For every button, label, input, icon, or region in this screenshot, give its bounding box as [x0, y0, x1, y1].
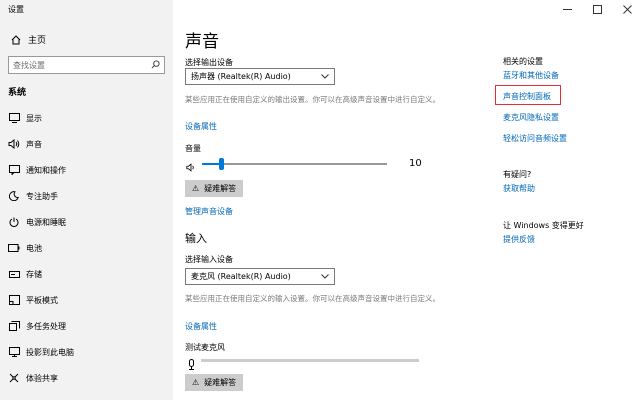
maximize-button[interactable]	[582, 0, 612, 18]
home-icon	[8, 34, 24, 45]
sidebar-item-shared-experiences[interactable]: 体验共享	[0, 365, 173, 391]
sidebar-item-storage[interactable]: 存储	[0, 261, 173, 287]
volume-value: 10	[409, 158, 422, 169]
output-device-description: 某些应用正在使用自定义的输出设置。你可以在高级声音设置中进行自定义。	[185, 95, 440, 104]
output-device-properties-link[interactable]: 设备属性	[185, 121, 217, 132]
microphone-icon	[188, 355, 195, 374]
sidebar-home[interactable]: 主页	[8, 33, 46, 46]
speaker-icon	[8, 138, 20, 150]
feedback-heading: 让 Windows 变得更好	[503, 221, 584, 230]
input-device-dropdown[interactable]: 麦克风 (Realtek(R) Audio)	[185, 268, 335, 285]
give-feedback-link[interactable]: 提供反馈	[503, 234, 535, 245]
input-heading: 输入	[185, 232, 207, 245]
page-title: 声音	[185, 32, 219, 52]
sidebar-item-sound[interactable]: 声音	[0, 131, 173, 157]
input-device-value: 麦克风 (Realtek(R) Audio)	[191, 272, 291, 281]
get-help-link[interactable]: 获取帮助	[503, 183, 535, 194]
bluetooth-devices-link[interactable]: 蓝牙和其他设备	[503, 70, 559, 81]
multitask-icon	[8, 320, 20, 332]
sound-control-panel-highlight	[495, 85, 561, 105]
input-troubleshoot-label: 疑难解答	[204, 378, 237, 387]
search-placeholder: 查找设置	[13, 60, 45, 70]
sidebar-item-project[interactable]: 投影到此电脑	[0, 339, 173, 365]
microphone-privacy-link[interactable]: 麦克风隐私设置	[503, 112, 559, 123]
help-heading: 有疑问?	[503, 170, 532, 179]
manage-sound-devices-link[interactable]: 管理声音设备	[185, 206, 233, 217]
warning-icon: ⚠	[192, 378, 200, 387]
window-controls	[552, 0, 642, 18]
volume-slider-track[interactable]	[202, 163, 387, 165]
sidebar-item-label: 存储	[26, 269, 42, 279]
search-icon	[151, 59, 160, 71]
power-icon	[8, 216, 20, 228]
share-icon	[8, 372, 20, 384]
sidebar-item-notifications[interactable]: 通知和操作	[0, 157, 173, 183]
sidebar-item-label: 投影到此电脑	[26, 347, 74, 357]
output-device-value: 扬声器 (Realtek(R) Audio)	[191, 72, 291, 81]
project-icon	[8, 346, 20, 358]
chevron-down-icon	[321, 72, 329, 81]
input-device-description: 某些应用正在使用自定义的输入设置。你可以在高级声音设置中进行自定义。	[185, 294, 440, 303]
sidebar-item-focus-assist[interactable]: 专注助手	[0, 183, 173, 209]
sidebar-item-label: 多任务处理	[26, 321, 66, 331]
sidebar-item-label: 声音	[26, 139, 42, 149]
sidebar-item-label: 电源和睡眠	[26, 217, 66, 227]
sidebar-item-display[interactable]: 显示	[0, 105, 173, 131]
sidebar-nav: 显示 声音 通知和操作 专注助手 电源和睡眠 电池 存储 平板模式 多任务处理 …	[0, 105, 173, 391]
input-troubleshoot-button[interactable]: ⚠ 疑难解答	[185, 374, 244, 391]
sidebar-item-multitasking[interactable]: 多任务处理	[0, 313, 173, 339]
sidebar-item-power-sleep[interactable]: 电源和睡眠	[0, 209, 173, 235]
volume-slider-thumb[interactable]	[218, 158, 224, 170]
microphone-level-meter	[201, 359, 419, 362]
sidebar-item-label: 平板模式	[26, 295, 58, 305]
sidebar-item-label: 体验共享	[26, 373, 58, 383]
sidebar-item-label: 通知和操作	[26, 165, 66, 175]
moon-icon	[8, 190, 20, 202]
output-device-label: 选择输出设备	[185, 58, 233, 67]
battery-icon	[8, 242, 20, 254]
minimize-button[interactable]	[552, 0, 582, 18]
notification-icon	[8, 164, 20, 176]
sidebar-item-tablet-mode[interactable]: 平板模式	[0, 287, 173, 313]
ease-of-access-audio-link[interactable]: 轻松访问音频设置	[503, 133, 567, 144]
sidebar-home-label: 主页	[28, 36, 47, 46]
output-troubleshoot-button[interactable]: ⚠ 疑难解答	[185, 180, 244, 197]
sidebar: 设置 主页 查找设置 系统 显示 声音 通知和操作 专注助手 电源和睡眠 电池 …	[0, 0, 173, 400]
related-settings-heading: 相关的设置	[503, 57, 543, 66]
sidebar-item-label: 电池	[26, 243, 42, 253]
output-troubleshoot-label: 疑难解答	[204, 184, 237, 193]
window-title: 设置	[8, 5, 24, 14]
input-device-properties-link[interactable]: 设备属性	[185, 321, 217, 332]
sidebar-item-battery[interactable]: 电池	[0, 235, 173, 261]
chevron-down-icon	[321, 272, 329, 281]
warning-icon: ⚠	[192, 184, 200, 193]
close-button[interactable]	[612, 0, 642, 18]
search-input[interactable]: 查找设置	[8, 56, 165, 74]
volume-slider-fill	[202, 163, 221, 165]
sidebar-item-label: 显示	[26, 113, 42, 123]
volume-label: 音量	[185, 144, 201, 153]
main-content: 声音 选择输出设备 扬声器 (Realtek(R) Audio) 某些应用正在使…	[173, 0, 642, 400]
sidebar-item-label: 专注助手	[26, 191, 58, 201]
test-microphone-label: 测试麦克风	[185, 343, 225, 352]
output-device-dropdown[interactable]: 扬声器 (Realtek(R) Audio)	[185, 68, 335, 85]
input-device-label: 选择输入设备	[185, 255, 233, 264]
storage-icon	[8, 268, 20, 280]
tablet-icon	[8, 294, 20, 306]
display-icon	[8, 112, 20, 124]
volume-speaker-icon[interactable]	[186, 157, 196, 176]
sidebar-section-title: 系统	[8, 88, 27, 98]
